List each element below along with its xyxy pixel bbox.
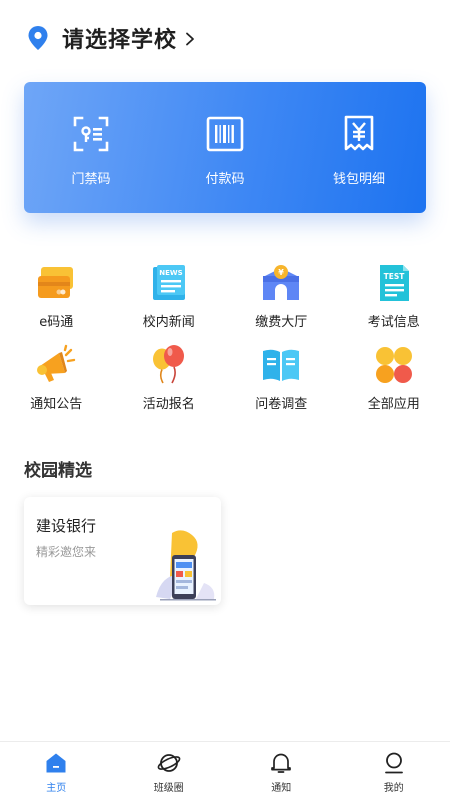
planet-icon (157, 754, 181, 772)
app-announcements-label: 通知公告 (30, 397, 83, 412)
app-e-code[interactable]: e码通 (0, 262, 113, 344)
payment-code-button[interactable]: 付款码 (158, 82, 292, 213)
app-payment-hall-label: 缴费大厅 (255, 315, 308, 330)
wallet-detail-button[interactable]: 钱包明细 (292, 82, 426, 213)
user-icon (384, 752, 403, 774)
all-apps-icon (375, 347, 412, 383)
nav-class-circle-label: 班级圈 (153, 783, 184, 794)
app-grid: e码通 NEWS 校内新闻 ¥ 缴费大厅 TEST 考试信息 通知公告 活动报名… (0, 262, 450, 426)
wallet-detail-label: 钱包明细 (332, 172, 385, 187)
access-code-icon (73, 116, 109, 152)
app-all-apps[interactable]: 全部应用 (338, 344, 450, 426)
app-announcements[interactable]: 通知公告 (0, 344, 113, 426)
card-icon (38, 267, 74, 298)
app-survey[interactable]: 问卷调查 (225, 344, 338, 426)
school-title: 请选择学校 (62, 28, 178, 53)
test-icon: TEST (379, 265, 409, 301)
barcode-icon (206, 116, 244, 152)
section-title: 校园精选 (24, 461, 92, 481)
app-exam-info[interactable]: TEST 考试信息 (338, 262, 450, 344)
megaphone-icon (37, 344, 76, 382)
app-event-signup-label: 活动报名 (142, 397, 195, 412)
promo-card[interactable]: 建设银行 精彩邀您来 (24, 497, 221, 605)
bell-icon (271, 753, 292, 773)
app-exam-info-label: 考试信息 (367, 315, 420, 330)
balloon-icon (152, 345, 184, 384)
app-payment-hall[interactable]: ¥ 缴费大厅 (225, 262, 338, 344)
book-icon (263, 349, 300, 381)
school-selector[interactable]: 请选择学校 (62, 22, 197, 54)
nav-home-label: 主页 (46, 783, 67, 794)
svg-text:TEST: TEST (383, 272, 405, 281)
nav-home[interactable]: 主页 (0, 742, 113, 800)
home-icon (46, 753, 66, 773)
nav-notifications-label: 通知 (271, 783, 292, 794)
bottom-nav: 主页 班级圈 通知 我的 (0, 741, 450, 800)
nav-notifications[interactable]: 通知 (225, 742, 338, 800)
app-grid-row: e码通 NEWS 校内新闻 ¥ 缴费大厅 TEST 考试信息 (0, 262, 450, 344)
header: 请选择学校 (0, 0, 450, 76)
app-grid-row: 通知公告 活动报名 问卷调查 全部应用 (0, 344, 450, 426)
nav-class-circle[interactable]: 班级圈 (113, 742, 226, 800)
promo-title: 建设银行 (36, 517, 97, 535)
app-event-signup[interactable]: 活动报名 (113, 344, 226, 426)
chevron-right-icon (186, 32, 194, 46)
phone-illustration-icon (156, 530, 216, 601)
nav-profile[interactable]: 我的 (338, 742, 450, 800)
news-icon: NEWS (152, 265, 185, 300)
svg-text:¥: ¥ (278, 268, 284, 277)
app-campus-news[interactable]: NEWS 校内新闻 (113, 262, 226, 344)
promo-subtitle: 精彩邀您来 (36, 545, 97, 559)
svg-text:NEWS: NEWS (159, 269, 182, 277)
access-code-button[interactable]: 门禁码 (24, 82, 158, 213)
payment-hall-icon: ¥ (263, 265, 300, 300)
quick-pay-card: 门禁码 付款码 钱包明细 (24, 82, 426, 213)
wallet-detail-icon (344, 115, 374, 151)
access-code-label: 门禁码 (71, 172, 111, 187)
location-pin-icon (28, 26, 48, 50)
app-all-apps-label: 全部应用 (367, 397, 420, 412)
app-survey-label: 问卷调查 (255, 397, 308, 412)
app-e-code-label: e码通 (39, 315, 74, 330)
app-campus-news-label: 校内新闻 (142, 315, 195, 330)
nav-profile-label: 我的 (383, 783, 404, 794)
payment-code-label: 付款码 (205, 172, 245, 187)
